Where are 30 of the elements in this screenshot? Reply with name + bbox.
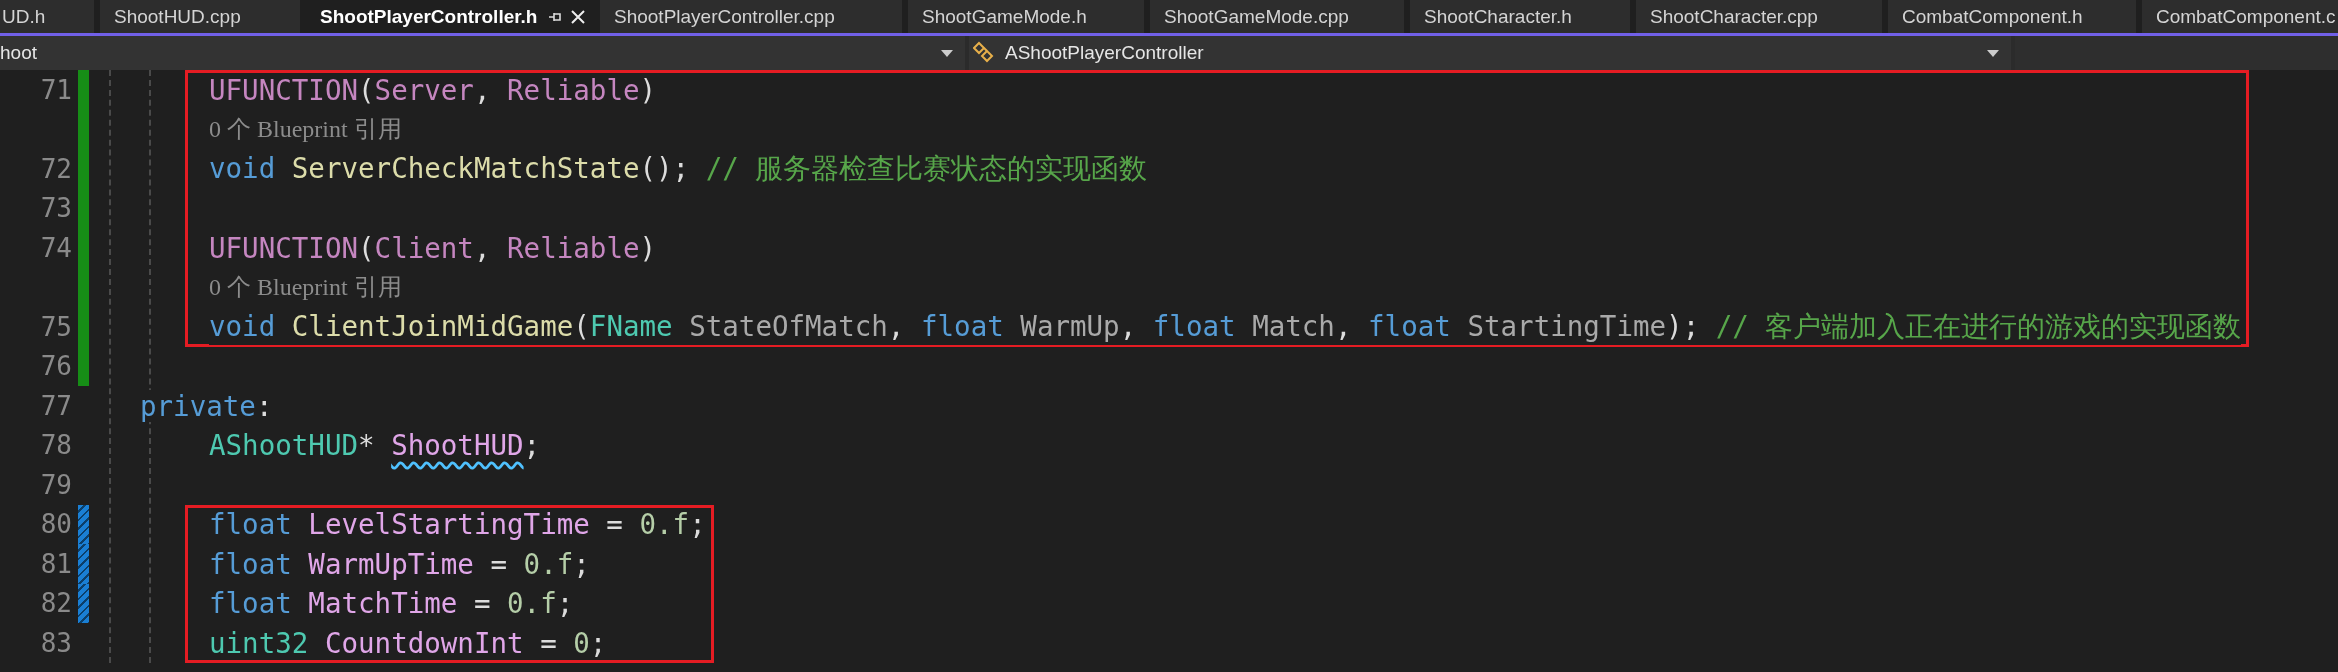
codelens-link[interactable]: 0 个 Blueprint 引用 <box>209 271 402 304</box>
line-number: 81 <box>40 548 72 579</box>
line-number: 78 <box>40 430 72 461</box>
file-tab[interactable]: UD.h <box>0 0 94 33</box>
line-number: 76 <box>40 351 72 382</box>
line-number: 83 <box>40 627 72 658</box>
line-number: 80 <box>40 509 72 540</box>
pin-icon[interactable] <box>548 10 562 23</box>
scope-dropdown[interactable]: AShootPlayerController <box>969 36 2011 70</box>
file-tab[interactable]: ShootGameMode.cpp <box>1150 0 1404 33</box>
line-number: 74 <box>40 232 72 263</box>
line-number: 72 <box>40 153 72 184</box>
caret-icon <box>941 49 953 57</box>
line-number: 75 <box>40 311 72 342</box>
file-tab[interactable]: CombatComponent.c <box>2142 0 2338 33</box>
file-tab[interactable]: ShootCharacter.cpp <box>1636 0 1882 33</box>
caret-icon <box>1987 49 1999 57</box>
file-tab[interactable]: CombatComponent.h <box>1888 0 2136 33</box>
file-tab[interactable]: ShootCharacter.h <box>1410 0 1630 33</box>
line-number: 77 <box>40 390 72 421</box>
codelens-link[interactable]: 0 个 Blueprint 引用 <box>209 113 402 146</box>
file-tab[interactable]: ShootPlayerController.cpp <box>600 0 902 33</box>
project-dropdown[interactable]: hoot <box>0 36 965 70</box>
line-number: 71 <box>40 74 72 105</box>
line-number: 82 <box>40 588 72 619</box>
line-number: 79 <box>40 469 72 500</box>
close-icon[interactable] <box>570 8 586 25</box>
file-tab[interactable]: ShootGameMode.h <box>908 0 1144 33</box>
file-tab[interactable]: ShootHUD.cpp <box>100 0 300 33</box>
line-number: 73 <box>40 193 72 224</box>
